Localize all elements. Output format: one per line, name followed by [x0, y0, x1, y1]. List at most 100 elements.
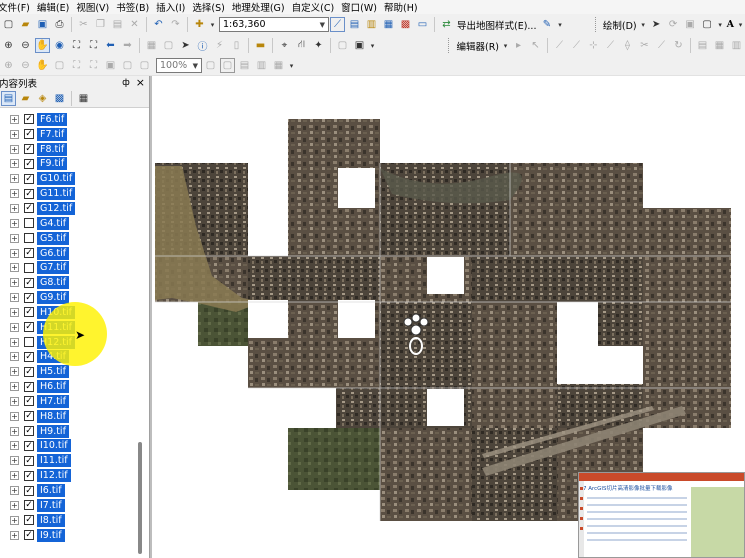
layer-name[interactable]: G5.tif	[37, 231, 70, 245]
layer-name[interactable]: I10.tif	[37, 439, 71, 453]
layer-visibility-checkbox[interactable]: ✓	[24, 173, 34, 184]
layout-pan-icon[interactable]: ✋	[35, 58, 50, 73]
rotate-feature-icon[interactable]: ↻	[671, 38, 686, 53]
text-tool-button[interactable]: A	[727, 19, 734, 30]
sketch-properties-icon[interactable]: ▦	[712, 38, 727, 53]
layer-visibility-checkbox[interactable]: ✓	[24, 188, 34, 199]
change-layout-icon[interactable]: ▤	[237, 58, 252, 73]
find-route-icon[interactable]: ⛙	[294, 38, 309, 53]
add-data-dropdown-icon[interactable]: ▾	[209, 17, 216, 32]
layer-visibility-checkbox[interactable]: ✓	[24, 470, 34, 481]
paste-icon[interactable]: ▤	[110, 17, 125, 32]
layer-visibility-checkbox[interactable]	[24, 233, 34, 244]
full-extent-icon[interactable]: ◉	[52, 38, 67, 53]
layer-row[interactable]: + ✓ H8.tif	[0, 409, 140, 424]
layer-visibility-checkbox[interactable]: ✓	[24, 396, 34, 407]
table-of-contents-icon[interactable]: ▤	[347, 17, 362, 32]
layer-row[interactable]: + ✓ G12.tif	[0, 201, 140, 216]
layout-fixed-zoom-out-icon[interactable]: ⛶	[86, 58, 101, 73]
layer-row[interactable]: + ✓ I11.tif	[0, 453, 140, 468]
menu-item-4[interactable]: 插入(I)	[156, 0, 192, 14]
go-to-xy-icon[interactable]: ✦	[311, 38, 326, 53]
layer-name[interactable]: I7.tif	[37, 498, 65, 512]
layout-zoom-out-icon[interactable]: ⊖	[18, 58, 33, 73]
layer-name[interactable]: F6.tif	[37, 112, 68, 126]
measure-icon[interactable]: ▬	[253, 38, 268, 53]
zoom-in-icon[interactable]: ⊕	[1, 38, 16, 53]
layer-row[interactable]: + G5.tif	[0, 231, 140, 246]
layer-visibility-checkbox[interactable]: ✓	[24, 144, 34, 155]
expand-icon[interactable]: +	[10, 144, 19, 154]
layer-visibility-checkbox[interactable]: ✓	[24, 530, 34, 541]
expand-icon[interactable]: +	[10, 426, 19, 436]
expand-icon[interactable]: +	[10, 174, 19, 184]
identify-icon[interactable]: ⓘ	[195, 38, 210, 53]
layer-row[interactable]: + ✓ F9.tif	[0, 157, 140, 172]
rectangle-icon[interactable]: ▢	[700, 17, 715, 32]
time-slider-icon[interactable]: ▢	[335, 38, 350, 53]
forward-extent-icon[interactable]: ➡	[120, 38, 135, 53]
layer-name[interactable]: F7.tif	[37, 127, 68, 141]
layer-visibility-checkbox[interactable]: ✓	[24, 485, 34, 496]
draw-dropdown-icon[interactable]: ▾	[640, 17, 647, 32]
layer-visibility-checkbox[interactable]: ✓	[24, 203, 34, 214]
layer-name[interactable]: H7.tif	[37, 394, 69, 408]
create-viewer-icon[interactable]: ▣	[352, 38, 367, 53]
rectangle-dropdown-icon[interactable]: ▾	[717, 17, 724, 32]
reshape-icon[interactable]: ⟠	[620, 38, 635, 53]
list-by-selection-icon[interactable]: ▩	[52, 91, 67, 106]
layer-row[interactable]: + ✓ G10.tif	[0, 171, 140, 186]
text-dropdown-icon[interactable]: ▾	[737, 17, 744, 32]
layer-visibility-checkbox[interactable]: ✓	[24, 277, 34, 288]
layer-row[interactable]: + ✓ I7.tif	[0, 498, 140, 513]
toggle-draft-mode-icon[interactable]: ▢	[203, 58, 218, 73]
layer-name[interactable]: G8.tif	[37, 276, 70, 290]
html-popup-icon[interactable]: ▯	[229, 38, 244, 53]
layer-visibility-checkbox[interactable]: ✓	[24, 426, 34, 437]
menu-item-7[interactable]: 自定义(C)	[292, 0, 342, 14]
layer-visibility-checkbox[interactable]	[24, 262, 34, 273]
layer-row[interactable]: + ✓ G6.tif	[0, 246, 140, 261]
editor-dropdown-icon[interactable]: ▾	[502, 38, 509, 53]
layer-name[interactable]: H6.tif	[37, 380, 69, 394]
toolbar-options-icon[interactable]: ▾	[556, 17, 563, 32]
layer-row[interactable]: + ✓ I9.tif	[0, 528, 140, 543]
layer-name[interactable]: G6.tif	[37, 246, 70, 260]
copy-icon[interactable]: ❐	[93, 17, 108, 32]
layer-row[interactable]: + ✓ H7.tif	[0, 394, 140, 409]
layer-name[interactable]: G4.tif	[37, 216, 70, 230]
layer-name[interactable]: I11.tif	[37, 454, 71, 468]
layout-fixed-zoom-in-icon[interactable]: ⛶	[69, 58, 84, 73]
export-map-style-button[interactable]: 导出地图样式(E)...	[457, 18, 536, 32]
layer-row[interactable]: + ✓ I8.tif	[0, 513, 140, 528]
python-window-icon[interactable]: ▭	[415, 17, 430, 32]
expand-icon[interactable]: +	[10, 471, 19, 481]
expand-icon[interactable]: +	[10, 322, 19, 332]
zoom-out-icon[interactable]: ⊖	[18, 38, 33, 53]
layer-row[interactable]: + ✓ I12.tif	[0, 468, 140, 483]
back-extent-icon[interactable]: ⬅	[103, 38, 118, 53]
layer-name[interactable]: I6.tif	[37, 484, 65, 498]
menu-item-2[interactable]: 视图(V)	[76, 0, 116, 14]
close-icon[interactable]: ×	[136, 77, 145, 88]
toc-scrollbar[interactable]	[137, 112, 143, 558]
layer-visibility-checkbox[interactable]: ✓	[24, 322, 34, 333]
expand-icon[interactable]: +	[10, 352, 19, 362]
layer-name[interactable]: F9.tif	[37, 157, 68, 171]
menu-item-5[interactable]: 选择(S)	[192, 0, 231, 14]
map-scale-combo[interactable]: 1:63,360 ▼	[219, 17, 329, 32]
hyperlink-icon[interactable]: ⚡	[212, 38, 227, 53]
layer-name[interactable]: F8.tif	[37, 142, 68, 156]
layer-row[interactable]: + ✓ H9.tif	[0, 424, 140, 439]
find-icon[interactable]: ⌖	[277, 38, 292, 53]
edit-vertices-icon[interactable]: ⟋	[603, 38, 618, 53]
list-by-source-icon[interactable]: ▰	[18, 91, 33, 106]
model-builder-icon[interactable]: ⇄	[439, 17, 454, 32]
layer-row[interactable]: + ✓ F7.tif	[0, 127, 140, 142]
layer-row[interactable]: + ✓ I6.tif	[0, 483, 140, 498]
draw-menu-button[interactable]: 绘制(D)	[603, 18, 637, 32]
delete-icon[interactable]: ✕	[127, 17, 142, 32]
layer-name[interactable]: H5.tif	[37, 365, 69, 379]
layer-row[interactable]: + ✓ G11.tif	[0, 186, 140, 201]
redo-icon[interactable]: ↷	[168, 17, 183, 32]
